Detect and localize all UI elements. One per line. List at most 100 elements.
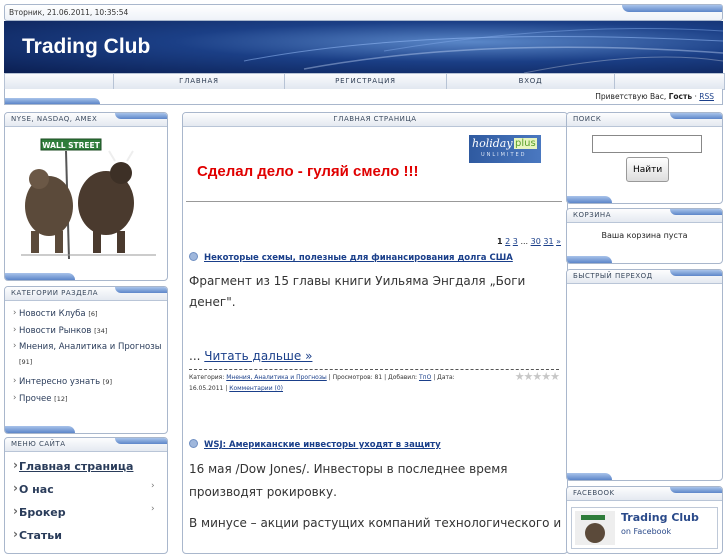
category-link[interactable]: Интересно узнать — [19, 377, 100, 387]
slogan-divider — [186, 201, 562, 202]
page-link-2[interactable]: 2 — [505, 237, 510, 246]
box-footer — [567, 256, 612, 263]
markets-box: NYSE, NASDAQ, AMEX WALL STREET — [4, 112, 168, 281]
article: WSJ: Американские инвесторы уходят в защ… — [189, 439, 561, 530]
header-tab — [670, 487, 722, 493]
page-link-3[interactable]: 3 — [513, 237, 518, 246]
facebook-page-name[interactable]: Trading Club — [621, 511, 699, 524]
holiday-banner[interactable]: holiday plus UNLIMITED — [469, 135, 541, 163]
categories-box: КАТЕГОРИИ РАЗДЕЛА Новости Клуба [6] Ново… — [4, 286, 168, 434]
article-title-link[interactable]: Некоторые схемы, полезные для финансиров… — [204, 253, 513, 263]
cart-box: КОРЗИНА Ваша корзина пуста — [566, 208, 723, 264]
wall-street-image: WALL STREET — [21, 138, 156, 260]
page-link-30[interactable]: 30 — [531, 237, 541, 246]
main-content-box: ГЛАВНАЯ СТРАНИЦА holiday plus UNLIMITED … — [182, 112, 568, 554]
menu-link-home[interactable]: Главная страница — [19, 460, 133, 473]
header-tab — [670, 113, 722, 119]
greeting-text: Приветствую Вас, Гость · RSS — [595, 92, 714, 101]
page-next[interactable]: » — [556, 237, 561, 246]
header-banner: Trading Club — [4, 21, 723, 73]
menu-item-home[interactable]: Главная страница — [13, 458, 167, 473]
wall-street-sign-text: WALL STREET — [42, 141, 100, 150]
category-link[interactable]: Новости Клуба — [19, 309, 86, 319]
category-item[interactable]: Новости Рынков [34] — [13, 325, 167, 336]
site-menu-box: МЕНЮ САЙТА Главная страница О нас › Броке… — [4, 437, 168, 554]
date-bar-tab — [622, 5, 722, 12]
facebook-header: FACEBOOK — [567, 487, 722, 501]
site-title[interactable]: Trading Club — [22, 35, 150, 59]
main-nav: ГЛАВНАЯ РЕГИСТРАЦИЯ ВХОД — [4, 73, 725, 90]
menu-link-about[interactable]: О нас — [19, 483, 54, 496]
search-input[interactable] — [592, 135, 702, 153]
read-more-link[interactable]: Читать дальше » — [204, 349, 312, 363]
pagination: 1 2 3 ... 30 31 » — [497, 237, 561, 246]
header-tab — [670, 270, 722, 276]
submenu-arrow-icon: › — [151, 481, 155, 491]
date-bar: Вторник, 21.06.2011, 10:35:54 — [4, 4, 723, 21]
page-current: 1 — [497, 237, 503, 246]
menu-item-about[interactable]: О нас › — [13, 481, 167, 496]
meta-author-link[interactable]: ТпО — [419, 374, 431, 381]
page-link-31[interactable]: 31 — [543, 237, 553, 246]
site-menu-list: Главная страница О нас › Брокер › Статьи — [5, 452, 167, 542]
facebook-box: FACEBOOK Trading Club on Facebook — [566, 486, 723, 554]
facebook-avatar — [575, 511, 615, 545]
search-button[interactable]: Найти — [626, 157, 669, 182]
read-more-prefix: ... — [189, 349, 201, 363]
facebook-page-sub: on Facebook — [621, 527, 672, 536]
meta-views: | Просмотров: 81 | Добавил: — [328, 374, 418, 381]
page-ellipsis: ... — [520, 237, 529, 246]
greeting-sep: · — [694, 92, 697, 101]
article-meta: Категория: Мнения, Аналитика и Прогнозы … — [189, 369, 560, 394]
category-link[interactable]: Новости Рынков — [19, 326, 91, 336]
menu-link-broker[interactable]: Брокер — [19, 506, 66, 519]
category-item[interactable]: Мнения, Аналитика и Прогнозы [91] — [13, 339, 167, 370]
facebook-title: FACEBOOK — [573, 489, 615, 497]
category-count: [9] — [102, 378, 113, 386]
box-footer — [567, 473, 612, 480]
nav-login[interactable]: ВХОД — [447, 74, 615, 89]
markets-header: NYSE, NASDAQ, AMEX — [5, 113, 167, 127]
cart-header: КОРЗИНА — [567, 209, 722, 223]
categories-title: КАТЕГОРИИ РАЗДЕЛА — [11, 289, 99, 297]
banner-sub: UNLIMITED — [481, 152, 527, 158]
category-item[interactable]: Интересно узнать [9] — [13, 376, 167, 387]
read-more-row: ... Читать дальше » — [189, 349, 561, 363]
article-title-link[interactable]: WSJ: Американские инвесторы уходят в защ… — [204, 440, 441, 450]
category-link[interactable]: Прочее — [19, 394, 51, 404]
search-header: ПОИСК — [567, 113, 722, 127]
quick-jump-box: БЫСТРЫЙ ПЕРЕХОД — [566, 269, 723, 481]
meta-comments-link[interactable]: Комментарии (0) — [229, 385, 283, 392]
header-tab — [670, 209, 722, 215]
nav-register[interactable]: РЕГИСТРАЦИЯ — [285, 74, 447, 89]
banner-plus: plus — [514, 138, 537, 149]
avatar-figure — [585, 523, 605, 543]
box-footer — [5, 426, 75, 433]
search-box: ПОИСК Найти — [566, 112, 723, 204]
banner-word: holiday — [472, 137, 513, 150]
bullet-icon — [189, 252, 198, 261]
category-item[interactable]: Прочее [12] — [13, 393, 167, 404]
facebook-widget[interactable]: Trading Club on Facebook — [571, 507, 718, 549]
nav-home[interactable]: ГЛАВНАЯ — [114, 74, 285, 89]
category-link[interactable]: Мнения, Аналитика и Прогнозы — [19, 342, 161, 352]
rss-link[interactable]: RSS — [699, 92, 714, 101]
cart-title: КОРЗИНА — [573, 211, 611, 219]
menu-item-broker[interactable]: Брокер › — [13, 504, 167, 519]
cart-status: Ваша корзина пуста — [601, 231, 688, 240]
meta-category-link[interactable]: Мнения, Аналитика и Прогнозы — [226, 374, 327, 381]
submenu-arrow-icon: › — [151, 504, 155, 514]
category-count: [12] — [54, 395, 68, 403]
rating-stars[interactable]: ★★★★★ — [515, 371, 560, 382]
menu-link-articles[interactable]: Статьи — [19, 529, 62, 542]
article: Некоторые схемы, полезные для финансиров… — [189, 252, 561, 394]
meta-date-label: | Дата: — [433, 374, 455, 381]
article-lead: Фрагмент из 15 главы книги Уильяма Энгда… — [189, 274, 526, 309]
current-datetime: Вторник, 21.06.2011, 10:35:54 — [9, 8, 129, 17]
box-footer — [5, 273, 75, 280]
category-count: [6] — [88, 310, 98, 318]
greeting-prefix: Приветствую Вас, — [595, 92, 667, 101]
menu-item-articles[interactable]: Статьи — [13, 527, 167, 542]
main-content-header: ГЛАВНАЯ СТРАНИЦА — [183, 113, 567, 127]
category-item[interactable]: Новости Клуба [6] — [13, 308, 167, 319]
